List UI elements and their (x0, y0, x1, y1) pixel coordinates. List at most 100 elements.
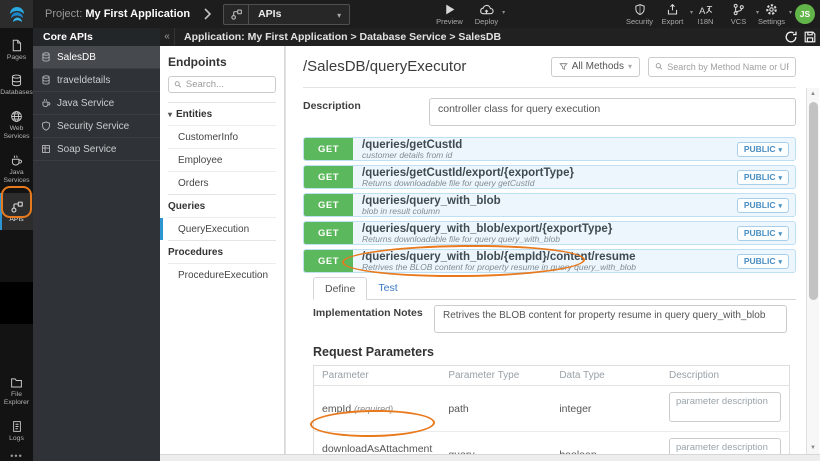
tab-test[interactable]: Test (367, 277, 408, 300)
access-dropdown[interactable]: PUBLIC (736, 197, 789, 213)
methods-filter-dropdown[interactable]: All Methods (550, 56, 640, 77)
deploy-button[interactable]: Deploy (475, 3, 506, 26)
endpoint-search[interactable] (168, 76, 276, 93)
wavemaker-logo-icon[interactable] (0, 0, 33, 28)
method-search[interactable] (648, 56, 796, 77)
globe-icon (11, 111, 22, 122)
cloud-upload-icon (480, 4, 494, 14)
method-badge: GET (304, 250, 353, 272)
endpoint-url-area[interactable]: /queries/getCustId customer details from… (353, 138, 471, 160)
param-data-type: integer (559, 402, 592, 415)
sidebar-item-file-explorer[interactable]: File Explorer (0, 371, 33, 412)
description-label: Description (303, 100, 361, 112)
top-bar: Project: My First Application APIs Previ… (0, 0, 820, 28)
coffee-icon (11, 155, 22, 166)
workspace-dropdown[interactable]: APIs (223, 3, 351, 25)
method-badge: GET (304, 138, 353, 160)
refresh-button[interactable] (784, 30, 798, 44)
description-input[interactable]: controller class for query execution (429, 98, 796, 126)
main-header: /SalesDB/queryExecutor All Methods (303, 46, 796, 88)
section-procedures[interactable]: Procedures (168, 240, 276, 263)
core-api-item-salesdb[interactable]: SalesDB (33, 46, 160, 69)
method-search-input[interactable] (667, 61, 789, 72)
endpoint-url-area[interactable]: /queries/query_with_blob/{empId}/content… (353, 250, 645, 272)
security-button[interactable]: Security (626, 3, 653, 26)
chevron-down-icon (628, 61, 632, 72)
scroll-down-icon[interactable] (807, 445, 819, 451)
endpoint-row-query-with-blob: GET /queries/query_with_blob blob in res… (303, 193, 796, 217)
method-badge: GET (304, 194, 353, 216)
access-dropdown[interactable]: PUBLIC (736, 225, 789, 241)
play-icon (446, 4, 455, 14)
param-name: empId (322, 402, 352, 415)
save-button[interactable] (803, 30, 817, 44)
search-icon (655, 63, 663, 70)
endpoint-item-orders[interactable]: Orders (168, 171, 276, 194)
database-icon (42, 75, 50, 85)
endpoint-url-area[interactable]: /queries/query_with_blob blob in result … (353, 194, 510, 216)
avatar[interactable]: JS (795, 4, 815, 24)
triangle-down-icon (168, 109, 172, 120)
core-api-item-soap-service[interactable]: Soap Service (33, 138, 160, 161)
scrollbar-thumb[interactable] (809, 102, 818, 300)
soap-icon (42, 145, 50, 153)
export-icon (667, 3, 678, 14)
search-icon (174, 81, 182, 88)
chevron-down-icon (778, 228, 782, 238)
param-description-input[interactable] (668, 392, 781, 422)
column-data-type: Data Type (551, 365, 661, 386)
scroll-up-icon[interactable] (807, 91, 819, 97)
sidebar-item-web-services[interactable]: Web Services (0, 105, 33, 146)
chevron-down-icon (337, 5, 349, 23)
endpoint-item-procedureexecution[interactable]: ProcedureExecution (168, 263, 276, 286)
sidebar-item-pages[interactable]: Pages (0, 34, 33, 66)
vcs-label: VCS (730, 16, 747, 26)
chevron-down-icon (778, 256, 782, 266)
endpoint-search-input[interactable] (185, 79, 270, 90)
implementation-notes-label: Implementation Notes (313, 307, 423, 319)
access-dropdown[interactable]: PUBLIC (736, 141, 789, 157)
column-parameter: Parameter (313, 365, 441, 386)
sidebar-item-java-services[interactable]: Java Services (0, 149, 33, 190)
endpoint-url-area[interactable]: /queries/getCustId/export/{exportType} R… (353, 166, 583, 188)
sidebar-item-logs[interactable]: Logs (0, 415, 33, 447)
param-name: downloadAsAttachment (322, 442, 433, 455)
core-api-item-traveldetails[interactable]: traveldetails (33, 69, 160, 92)
endpoint-item-queryexecution[interactable]: QueryExecution (160, 217, 276, 240)
endpoint-url-area[interactable]: /queries/query_with_blob/export/{exportT… (353, 222, 621, 244)
export-button[interactable]: Export (659, 3, 693, 26)
core-api-item-security-service[interactable]: Security Service (33, 115, 160, 138)
access-dropdown[interactable]: PUBLIC (736, 169, 789, 185)
endpoints-title: Endpoints (168, 55, 227, 69)
chevron-right-icon (203, 8, 212, 20)
endpoint-list: GET /queries/getCustId customer details … (303, 137, 796, 273)
tab-define[interactable]: Define (313, 277, 368, 300)
endpoint-item-employee[interactable]: Employee (168, 148, 276, 171)
chevron-down-icon (778, 172, 782, 182)
security-label: Security (625, 16, 654, 26)
vertical-scrollbar[interactable] (806, 88, 819, 454)
api-icon (224, 4, 250, 24)
i18n-button[interactable]: A I18N (692, 3, 719, 26)
sidebar-item-apis[interactable]: APIs (0, 192, 33, 231)
more-options-icon[interactable] (10, 451, 22, 461)
detail-tabs: Define Test (313, 277, 796, 300)
collapse-panel-button[interactable] (160, 28, 175, 46)
endpoint-item-customerinfo[interactable]: CustomerInfo (168, 125, 276, 148)
refresh-icon (785, 31, 797, 43)
logs-icon (12, 420, 21, 432)
sidebar-item-databases[interactable]: Databases (0, 69, 33, 101)
core-api-item-java-service[interactable]: Java Service (33, 92, 160, 115)
settings-button[interactable]: Settings (758, 3, 792, 26)
section-entities[interactable]: Entities (168, 102, 276, 125)
access-dropdown[interactable]: PUBLIC (736, 253, 789, 269)
implementation-notes-input[interactable]: Retrives the BLOB content for property r… (434, 305, 787, 333)
vcs-button[interactable]: VCS (725, 3, 759, 26)
section-queries[interactable]: Queries (168, 194, 276, 217)
i18n-label: I18N (697, 16, 714, 26)
description-section: Description controller class for query e… (303, 98, 796, 126)
param-description-input[interactable] (668, 438, 781, 454)
preview-button[interactable]: Preview (436, 3, 463, 26)
folder-icon (11, 377, 22, 388)
param-required: (required) (354, 403, 394, 414)
